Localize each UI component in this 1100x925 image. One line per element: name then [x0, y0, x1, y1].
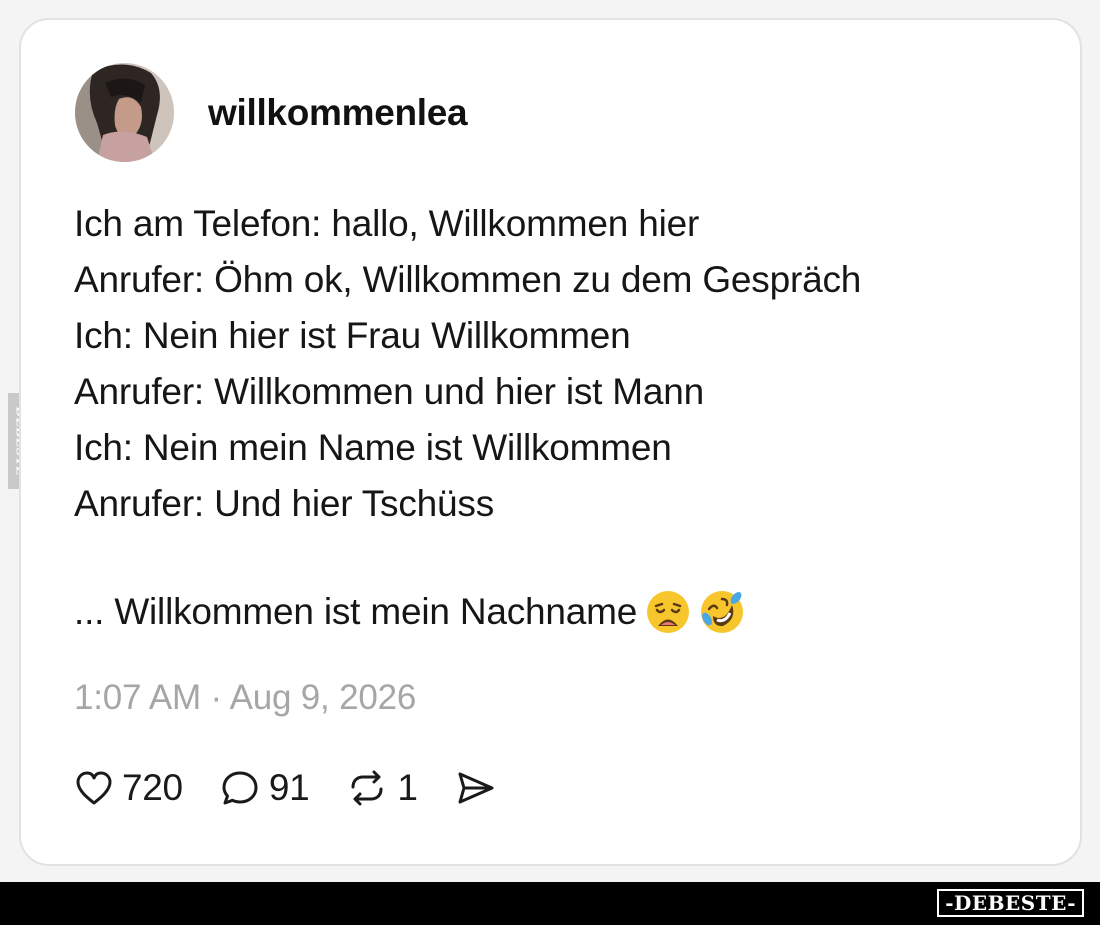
footer-watermark-logo: -DEBESTE-	[937, 889, 1084, 917]
like-count: 720	[122, 767, 183, 808]
post-line: Ich: Nein mein Name ist Willkommen	[74, 427, 672, 468]
like-button[interactable]: 720	[74, 767, 183, 809]
send-icon	[458, 772, 494, 804]
post-actions: 720 91 1	[74, 762, 534, 814]
rolling-on-the-floor-laughing-emoji	[701, 591, 744, 633]
post-line: Anrufer: Und hier Tschüss	[74, 483, 495, 524]
repost-count: 1	[397, 767, 418, 808]
avatar[interactable]	[75, 63, 174, 162]
page-background: DEBESTE willkommenlea Ich am Telefon: ha…	[0, 0, 1100, 882]
reply-button[interactable]: 91	[219, 767, 310, 809]
repost-icon	[351, 770, 383, 806]
username[interactable]: willkommenlea	[208, 92, 468, 134]
reply-count: 91	[268, 767, 310, 808]
post-last-line-text: ... Willkommen ist mein Nachname	[74, 591, 638, 632]
post-last-line: ... Willkommen ist mein Nachname	[74, 584, 745, 640]
repost-button[interactable]: 1	[345, 767, 418, 809]
post-timestamp[interactable]: 1:07 AM · Aug 9, 2026	[74, 678, 416, 718]
weary-face-emoji	[647, 591, 690, 633]
post-line: Ich am Telefon: hallo, Willkommen hier	[74, 203, 700, 244]
post-line: Anrufer: Willkommen und hier ist Mann	[74, 371, 705, 412]
post-text: Ich am Telefon: hallo, Willkommen hier A…	[74, 196, 1024, 532]
post-line: Ich: Nein hier ist Frau Willkommen	[74, 315, 631, 356]
heart-icon	[76, 771, 112, 805]
post-line: Anrufer: Öhm ok, Willkommen zu dem Gespr…	[74, 259, 862, 300]
share-button[interactable]	[454, 768, 498, 808]
comment-bubble-icon	[222, 771, 258, 805]
footer-bar: -DEBESTE-	[0, 882, 1100, 925]
